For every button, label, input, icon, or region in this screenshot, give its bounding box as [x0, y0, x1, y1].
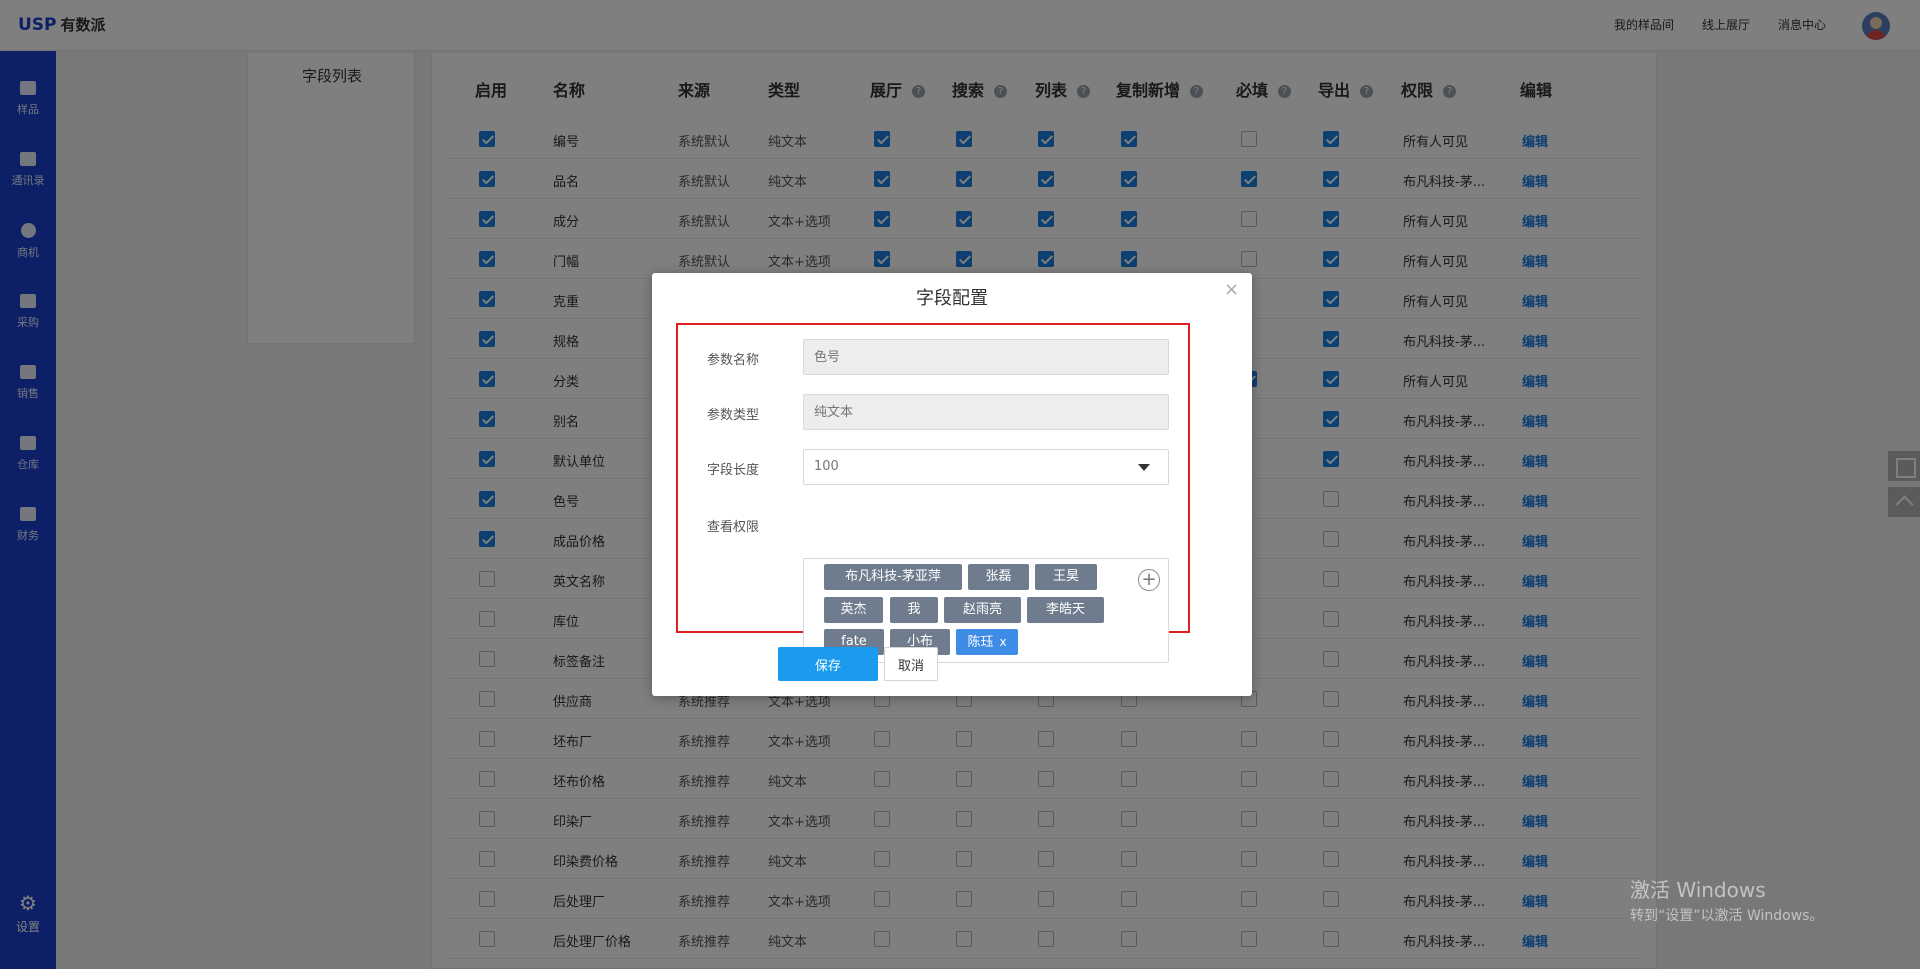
field-length-value: 100: [814, 459, 839, 474]
permission-tag[interactable]: 李皓天: [1027, 597, 1104, 623]
param-type-label: 参数类型: [707, 408, 760, 423]
tag-remove-icon[interactable]: x: [999, 635, 1006, 649]
windows-activation-watermark: 激活 Windows 转到“设置”以激活 Windows。: [1630, 874, 1823, 925]
permission-tag-selected[interactable]: 陈珏 x: [956, 629, 1018, 655]
field-length-label: 字段长度: [707, 463, 760, 478]
save-button[interactable]: 保存: [778, 647, 878, 681]
param-name-input[interactable]: [803, 339, 1169, 375]
permission-tag[interactable]: 我: [890, 597, 938, 623]
close-icon[interactable]: ×: [1224, 281, 1239, 299]
permission-tag[interactable]: 英杰: [824, 597, 883, 623]
permission-tag[interactable]: 赵雨亮: [944, 597, 1021, 623]
caret-down-icon: [1138, 464, 1150, 471]
param-name-label: 参数名称: [707, 353, 760, 368]
param-type-input[interactable]: [803, 394, 1169, 430]
permission-tag[interactable]: 张磊: [968, 564, 1029, 590]
field-config-dialog: 字段配置 × 参数名称 参数类型 字段长度 100 查看权限 布凡科技-茅亚萍 …: [652, 273, 1252, 696]
highlight-box: 参数名称 参数类型 字段长度 100 查看权限 布凡科技-茅亚萍 张磊 王昊 英…: [676, 323, 1190, 663]
permission-tag[interactable]: 布凡科技-茅亚萍: [824, 564, 962, 590]
watermark-line2: 转到“设置”以激活 Windows。: [1630, 908, 1824, 924]
cancel-button[interactable]: 取消: [884, 647, 938, 681]
dialog-title: 字段配置: [916, 288, 988, 309]
permission-tag[interactable]: 王昊: [1035, 564, 1097, 590]
plus-circle-icon[interactable]: +: [1138, 569, 1160, 591]
field-length-select[interactable]: 100: [803, 449, 1169, 485]
view-permission-label: 查看权限: [707, 520, 760, 535]
watermark-line1: 激活 Windows: [1630, 878, 1766, 902]
